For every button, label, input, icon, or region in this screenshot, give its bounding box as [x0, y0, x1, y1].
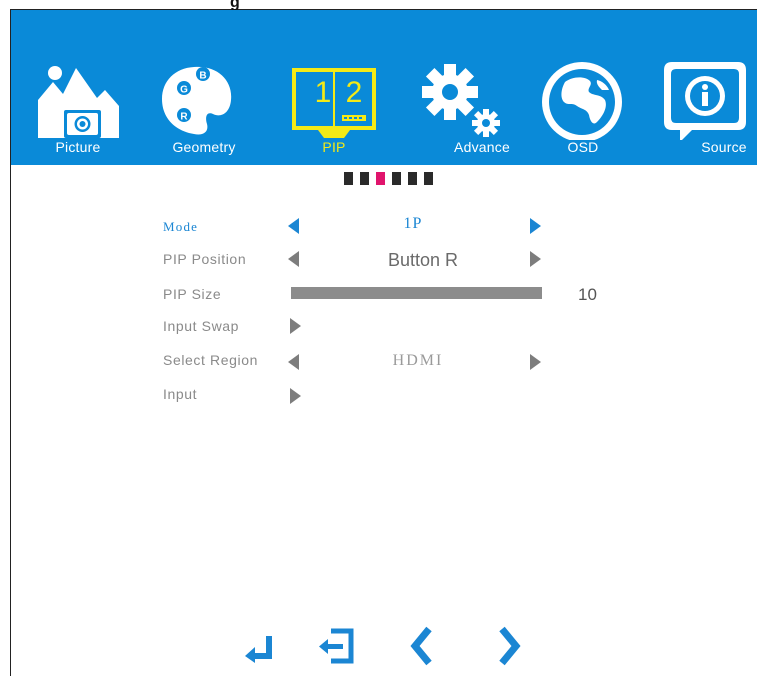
- tab-source[interactable]: Source: [656, 10, 756, 165]
- tab-label: Geometry: [172, 139, 236, 155]
- mode-next-arrow[interactable]: [530, 218, 541, 234]
- exit-icon[interactable]: [319, 628, 355, 664]
- input-swap-label: Input Swap: [163, 318, 240, 334]
- pip-screen-icon: [292, 68, 376, 138]
- svg-text:B: B: [199, 71, 206, 82]
- input-label: Input: [163, 386, 198, 402]
- tab-advance[interactable]: Advance: [416, 10, 516, 165]
- select-region-value[interactable]: HDMI: [328, 352, 508, 370]
- tab-label: PIP: [322, 139, 346, 155]
- page-dot: [392, 172, 401, 185]
- select-region-label: Select Region: [163, 352, 258, 368]
- tab-picture[interactable]: Picture: [31, 10, 131, 165]
- info-bubble-icon: [664, 62, 746, 140]
- tab-geometry[interactable]: B G R Geometry: [151, 10, 251, 165]
- right-chevron-icon[interactable]: [497, 626, 521, 666]
- tab-osd[interactable]: OSD: [535, 10, 635, 165]
- pip-size-value: 10: [578, 285, 597, 304]
- tab-label: Advance: [454, 139, 510, 155]
- enter-icon[interactable]: [244, 633, 276, 663]
- pip-position-prev-arrow[interactable]: [288, 251, 299, 267]
- mode-value[interactable]: 1P: [323, 215, 503, 233]
- pip-size-label: PIP Size: [163, 286, 222, 302]
- gear-icon: [422, 64, 500, 137]
- tab-label: OSD: [567, 139, 599, 155]
- palette-icon: B G R: [162, 66, 232, 135]
- svg-text:G: G: [180, 85, 188, 96]
- pip-screen-label-2: 2: [345, 76, 363, 109]
- input-swap-enter-arrow[interactable]: [290, 318, 301, 334]
- select-region-prev-arrow[interactable]: [288, 354, 299, 370]
- mountain-camera-icon: [38, 66, 119, 138]
- pip-position-value[interactable]: Button R: [333, 250, 513, 271]
- tab-label: Picture: [55, 139, 101, 155]
- page-dot: [360, 172, 369, 185]
- globe-icon: [542, 62, 622, 140]
- page-dot: [344, 172, 353, 185]
- page-dot: [408, 172, 417, 185]
- pip-size-slider[interactable]: [291, 287, 542, 299]
- left-chevron-icon[interactable]: [410, 626, 434, 666]
- tab-pip[interactable]: 1 2 PIP: [284, 10, 384, 165]
- input-enter-arrow[interactable]: [290, 388, 301, 404]
- page-dot: [424, 172, 433, 185]
- tab-label: Source: [701, 139, 747, 155]
- pip-screen-label-1: 1: [314, 76, 332, 109]
- osd-menu-bar: Picture B G R Geometry 1 2 PIP Advance O…: [11, 10, 757, 165]
- svg-text:R: R: [180, 112, 188, 123]
- pip-position-next-arrow[interactable]: [530, 251, 541, 267]
- mode-prev-arrow[interactable]: [288, 218, 299, 234]
- select-region-next-arrow[interactable]: [530, 354, 541, 370]
- pip-size-slider-fill: [291, 287, 542, 299]
- page-dot-active: [376, 172, 385, 185]
- pip-position-label: PIP Position: [163, 251, 247, 267]
- mode-label: Mode: [163, 219, 199, 234]
